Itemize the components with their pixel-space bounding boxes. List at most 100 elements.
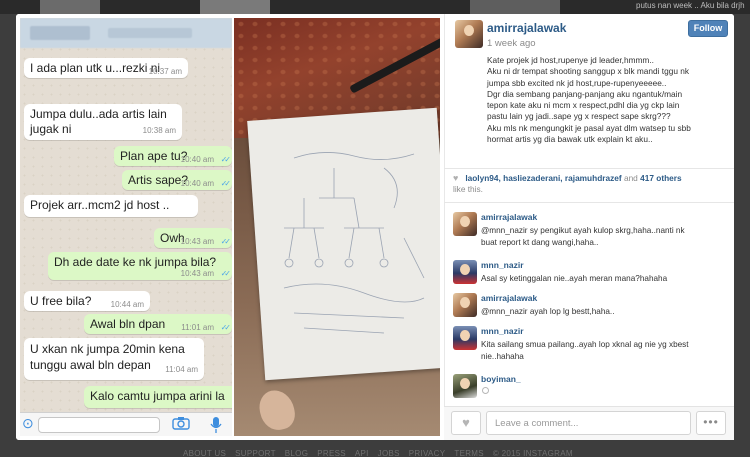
- caption-line: Dgr dia sembang panjang-panjang aku ngan…: [487, 88, 683, 99]
- footer-link-blog[interactable]: BLOG: [285, 449, 308, 457]
- commenter-username[interactable]: amirrajalawak: [481, 212, 537, 222]
- chat-message-time: 10:40 am: [180, 179, 214, 188]
- camera-icon: [172, 417, 190, 430]
- commenter-avatar[interactable]: [453, 293, 477, 317]
- chat-bubble: Projek arr..mcm2 jd host ..: [24, 195, 198, 217]
- comment-line: nie..hahaha: [481, 351, 524, 361]
- footer-link-privacy[interactable]: PRIVACY: [409, 449, 446, 457]
- caption-line: hormat artis yg dia bawak utk explain kt…: [487, 134, 653, 145]
- likes-summary: ♥ laolyn94, hasliezaderani, rajamuhdraze…: [453, 173, 729, 195]
- likes-count[interactable]: 417 others: [640, 173, 682, 183]
- chat-message-text: Kalo camtu jumpa arini la: [90, 389, 225, 403]
- commenter-username[interactable]: mnn_nazir: [481, 260, 524, 270]
- more-options-button[interactable]: •••: [696, 411, 726, 435]
- chat-input-bar: ⊙: [20, 412, 232, 436]
- chat-bubble: U xkan nk jumpa 20min kena tunggu awal b…: [24, 338, 204, 380]
- commenter-avatar[interactable]: [453, 212, 477, 236]
- chat-text-field: [38, 417, 160, 433]
- chat-header-back: [30, 26, 90, 40]
- owner-avatar[interactable]: [455, 20, 483, 48]
- commenter-avatar[interactable]: [453, 374, 477, 398]
- paper-photo: [234, 18, 440, 436]
- chat-bubble: Plan ape tu? 10:40 am ✓✓: [114, 146, 232, 166]
- avatar-face: [460, 378, 470, 389]
- commenter-avatar[interactable]: [453, 326, 477, 350]
- chat-header-title: [108, 28, 192, 38]
- pending-icon: [482, 387, 489, 394]
- commenter-username[interactable]: amirrajalawak: [481, 293, 537, 303]
- read-receipt-icon: ✓✓: [220, 323, 232, 332]
- comment-line: Kita sailang smua pailang..ayah lop xkna…: [481, 340, 689, 349]
- commenter-username[interactable]: boyiman_: [481, 374, 521, 384]
- comment-line: @mnn_nazir ayah lop lg bestt,haha..: [481, 307, 615, 316]
- chat-message-time: 10:37 am: [148, 67, 182, 76]
- chat-message-time: 10:40 am: [180, 155, 214, 164]
- chat-bubble: Jumpa dulu..ada artis lain jugak ni 10:3…: [24, 104, 182, 140]
- comment-line: buat report kt dang wangi,haha..: [481, 237, 599, 247]
- caption-line: jumpa sbb excited nk jd host,rupe-rupeny…: [487, 77, 667, 88]
- heart-icon: ♥: [453, 173, 459, 183]
- chat-message-time: 10:38 am: [142, 126, 176, 135]
- paper-sketch: [283, 152, 425, 334]
- avatar-face: [460, 216, 470, 227]
- caption-line: pastu lain yg jadi..sape yg x respect sa…: [487, 111, 671, 122]
- chat-message-text: Jumpa dulu..ada artis lain: [30, 107, 167, 121]
- likes-suffix: like this.: [453, 184, 483, 194]
- backdrop-caption: putus nan week .. Aku bila drjh: [636, 1, 745, 10]
- chat-message-text: Dh ade date ke nk jumpa bila?: [54, 255, 217, 269]
- divider: [444, 168, 734, 169]
- footer-link-support[interactable]: SUPPORT: [235, 449, 276, 457]
- caption-line: Aku ni dr tempat shooting sanggup x blk …: [487, 66, 690, 77]
- chat-message-time: 10:43 am: [180, 269, 214, 278]
- chat-message-text: U free bila?: [30, 294, 92, 308]
- caption-line: Kate projek jd host,rupenye jd leader,hm…: [487, 55, 654, 65]
- footer-link-press[interactable]: PRESS: [317, 449, 346, 457]
- read-receipt-icon: ✓✓: [220, 155, 232, 164]
- heart-icon: ♥: [462, 415, 470, 430]
- avatar-face: [460, 330, 470, 341]
- read-receipt-icon: ✓✓: [220, 179, 232, 188]
- likers-list[interactable]: laolyn94, hasliezaderani, rajamuhdrazef: [465, 173, 621, 183]
- chat-bubble: Owh 10:43 am ✓✓: [154, 228, 232, 248]
- chat-message-time: 11:01 am: [181, 323, 214, 332]
- read-receipt-icon: ✓✓: [220, 237, 232, 246]
- avatar-face: [460, 297, 470, 308]
- chat-message-text: U xkan nk jumpa 20min kena: [30, 342, 185, 356]
- footer-copyright: © 2015 INSTAGRAM: [492, 449, 573, 457]
- microphone-icon: [210, 417, 222, 433]
- comment-text: @mnn_nazir sy pengikut ayah kulop skrg,h…: [481, 225, 685, 248]
- avatar-face: [464, 25, 474, 36]
- chat-message-text: Plan ape tu?: [120, 149, 188, 163]
- backdrop-thumbnail: [470, 0, 560, 14]
- footer-link-about[interactable]: ABOUT US: [183, 449, 226, 457]
- commenter-username[interactable]: mnn_nazir: [481, 326, 524, 336]
- backdrop-thumbnail: [200, 0, 270, 14]
- chat-screenshot: I ada plan utk u...rezki ni 10:37 am Jum…: [20, 18, 232, 436]
- comment-input[interactable]: [486, 411, 691, 435]
- chat-message-text: I ada plan utk u...rezki ni: [30, 61, 161, 75]
- like-button[interactable]: ♥: [451, 411, 481, 435]
- chat-message-time: 11:04 am: [165, 365, 198, 374]
- post-media: I ada plan utk u...rezki ni 10:37 am Jum…: [16, 14, 444, 440]
- chat-bubble: Dh ade date ke nk jumpa bila? 10:43 am ✓…: [48, 252, 232, 280]
- chat-bubble: Kalo camtu jumpa arini la: [84, 386, 232, 408]
- chat-bubble: Artis sape? 10:40 am ✓✓: [122, 170, 232, 190]
- attach-icon: ⊙: [22, 415, 34, 431]
- owner-username[interactable]: amirrajalawak: [487, 21, 566, 35]
- commenter-avatar[interactable]: [453, 260, 477, 284]
- chat-message-text: Awal bln dpan: [90, 317, 166, 331]
- backdrop-thumbnail: [40, 0, 100, 14]
- footer-link-jobs[interactable]: JOBS: [378, 449, 400, 457]
- caption-line: Aku mls nk mengungkit je pasal ayat dlm …: [487, 122, 691, 133]
- comment-line: @mnn_nazir sy pengikut ayah kulop skrg,h…: [481, 226, 685, 235]
- comment-text: @mnn_nazir ayah lop lg bestt,haha..: [481, 306, 614, 318]
- follow-button[interactable]: Follow: [688, 20, 728, 37]
- footer-link-terms[interactable]: TERMS: [454, 449, 484, 457]
- backdrop-strip-top: putus nan week .. Aku bila drjh: [0, 0, 750, 14]
- comment-line: Asal sy ketinggalan nie..ayah meran mana…: [481, 274, 668, 283]
- chat-message-text: Projek arr..mcm2 jd host ..: [30, 198, 170, 212]
- post-timestamp[interactable]: 1 week ago: [487, 38, 536, 49]
- footer-link-api[interactable]: API: [355, 449, 369, 457]
- post-caption: Kate projek jd host,rupenye jd leader,hm…: [487, 55, 721, 145]
- chat-bubble: U free bila? 10:44 am: [24, 291, 150, 311]
